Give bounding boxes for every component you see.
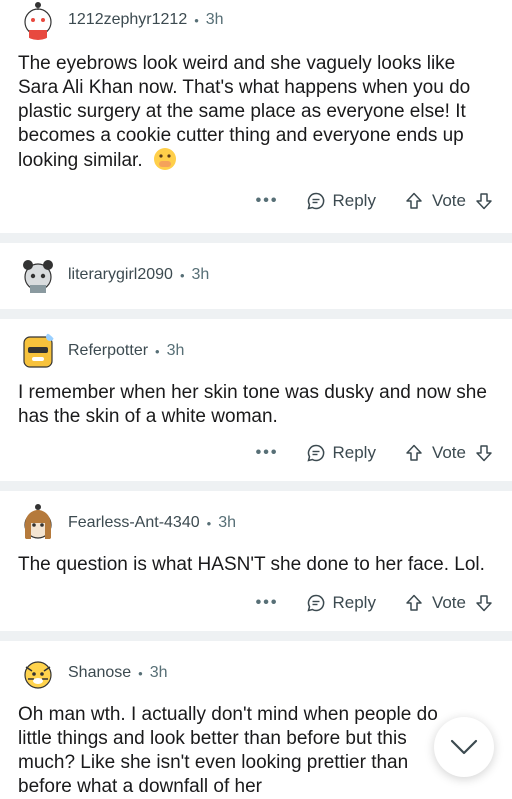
vote-label: Vote — [431, 191, 466, 210]
arrow-up-icon[interactable] — [404, 593, 424, 613]
username[interactable]: literarygirl2090 — [68, 266, 173, 284]
separator-dot: • — [138, 665, 143, 681]
comment-actions: ••• Reply Vote — [18, 433, 494, 473]
vote-control: Vote — [404, 443, 494, 463]
comment-body: Oh man wth. I actually don't mind when p… — [18, 703, 458, 799]
comment-header: Referpotter • 3h — [18, 331, 494, 371]
separator-dot: • — [179, 267, 185, 283]
avatar[interactable] — [18, 653, 58, 693]
comment-actions: ••• Reply Vote — [18, 181, 494, 221]
separator-dot: • — [206, 515, 212, 531]
more-options-button[interactable]: ••• — [256, 594, 279, 612]
comment-actions: ••• Reply Vote — [18, 583, 494, 623]
username[interactable]: 1212zephyr1212 — [68, 11, 187, 29]
chevron-down-icon — [450, 739, 478, 755]
comment: Referpotter • 3h I remember when her ski… — [0, 319, 512, 481]
separator-dot: • — [194, 12, 199, 28]
comment-body: The eyebrows look weird and she vaguely … — [18, 50, 494, 173]
reply-button[interactable]: Reply — [306, 593, 376, 613]
comment-text: Oh man wth. I actually don't mind when p… — [18, 704, 438, 797]
more-options-button[interactable]: ••• — [256, 192, 279, 210]
comment-bubble-icon — [307, 594, 325, 612]
timestamp: 3h — [205, 11, 224, 28]
comment-body: I remember when her skin tone was dusky … — [18, 381, 494, 429]
comment-header: Fearless-Ant-4340 • 3h — [18, 503, 494, 543]
reply-label: Reply — [332, 191, 376, 210]
separator-dot: • — [155, 343, 160, 359]
reply-button[interactable]: Reply — [306, 443, 376, 463]
avatar[interactable] — [18, 331, 58, 371]
arrow-down-icon[interactable] — [474, 191, 494, 211]
comment-separator — [0, 481, 512, 491]
reply-button[interactable]: Reply — [306, 191, 376, 211]
arrow-up-icon[interactable] — [404, 191, 424, 211]
face-with-hand-over-mouth-icon — [153, 148, 176, 170]
timestamp: 3h — [191, 266, 210, 283]
comment-bubble-icon — [307, 444, 325, 462]
scroll-down-button[interactable] — [434, 717, 494, 777]
comment-bubble-icon — [307, 192, 325, 210]
comment-separator — [0, 631, 512, 641]
comment: Fearless-Ant-4340 • 3h The question is w… — [0, 491, 512, 631]
comment-meta: 1212zephyr1212 • 3h — [68, 11, 224, 29]
comment: Shanose • 3h Oh man wth. I actually don'… — [0, 641, 512, 799]
avatar[interactable] — [18, 503, 58, 543]
comment-header: literarygirl2090 • 3h — [18, 255, 494, 295]
vote-control: Vote — [404, 593, 494, 613]
comment-separator — [0, 309, 512, 319]
comment-text: I remember when her skin tone was dusky … — [18, 382, 487, 427]
timestamp: 3h — [218, 514, 236, 531]
arrow-up-icon[interactable] — [404, 443, 424, 463]
timestamp: 3h — [149, 664, 168, 681]
comment-header: Shanose • 3h — [18, 653, 432, 693]
vote-label: Vote — [431, 593, 466, 612]
comment: literarygirl2090 • 3h — [0, 243, 512, 309]
comment-separator — [0, 233, 512, 243]
username[interactable]: Fearless-Ant-4340 — [68, 514, 200, 532]
reply-label: Reply — [332, 593, 376, 612]
comment-meta: Referpotter • 3h — [68, 342, 184, 360]
comment: 1212zephyr1212 • 3h The eyebrows look we… — [0, 0, 512, 233]
vote-control: Vote — [404, 191, 494, 211]
comment-header: 1212zephyr1212 • 3h — [18, 0, 494, 40]
username[interactable]: Shanose — [68, 664, 131, 682]
avatar[interactable] — [18, 255, 58, 295]
username[interactable]: Referpotter — [68, 342, 148, 360]
comment-meta: Shanose • 3h — [68, 664, 168, 682]
reply-label: Reply — [332, 443, 376, 462]
vote-label: Vote — [431, 443, 466, 462]
comment-meta: literarygirl2090 • 3h — [68, 266, 209, 284]
comment-meta: Fearless-Ant-4340 • 3h — [68, 514, 236, 532]
more-options-button[interactable]: ••• — [256, 444, 279, 462]
arrow-down-icon[interactable] — [474, 443, 494, 463]
timestamp: 3h — [166, 342, 185, 359]
comment-text: The question is what HASN'T she done to … — [18, 554, 485, 575]
comment-body: The question is what HASN'T she done to … — [18, 553, 494, 577]
avatar[interactable] — [18, 0, 58, 40]
comment-text: The eyebrows look weird and she vaguely … — [18, 53, 471, 171]
arrow-down-icon[interactable] — [474, 593, 494, 613]
